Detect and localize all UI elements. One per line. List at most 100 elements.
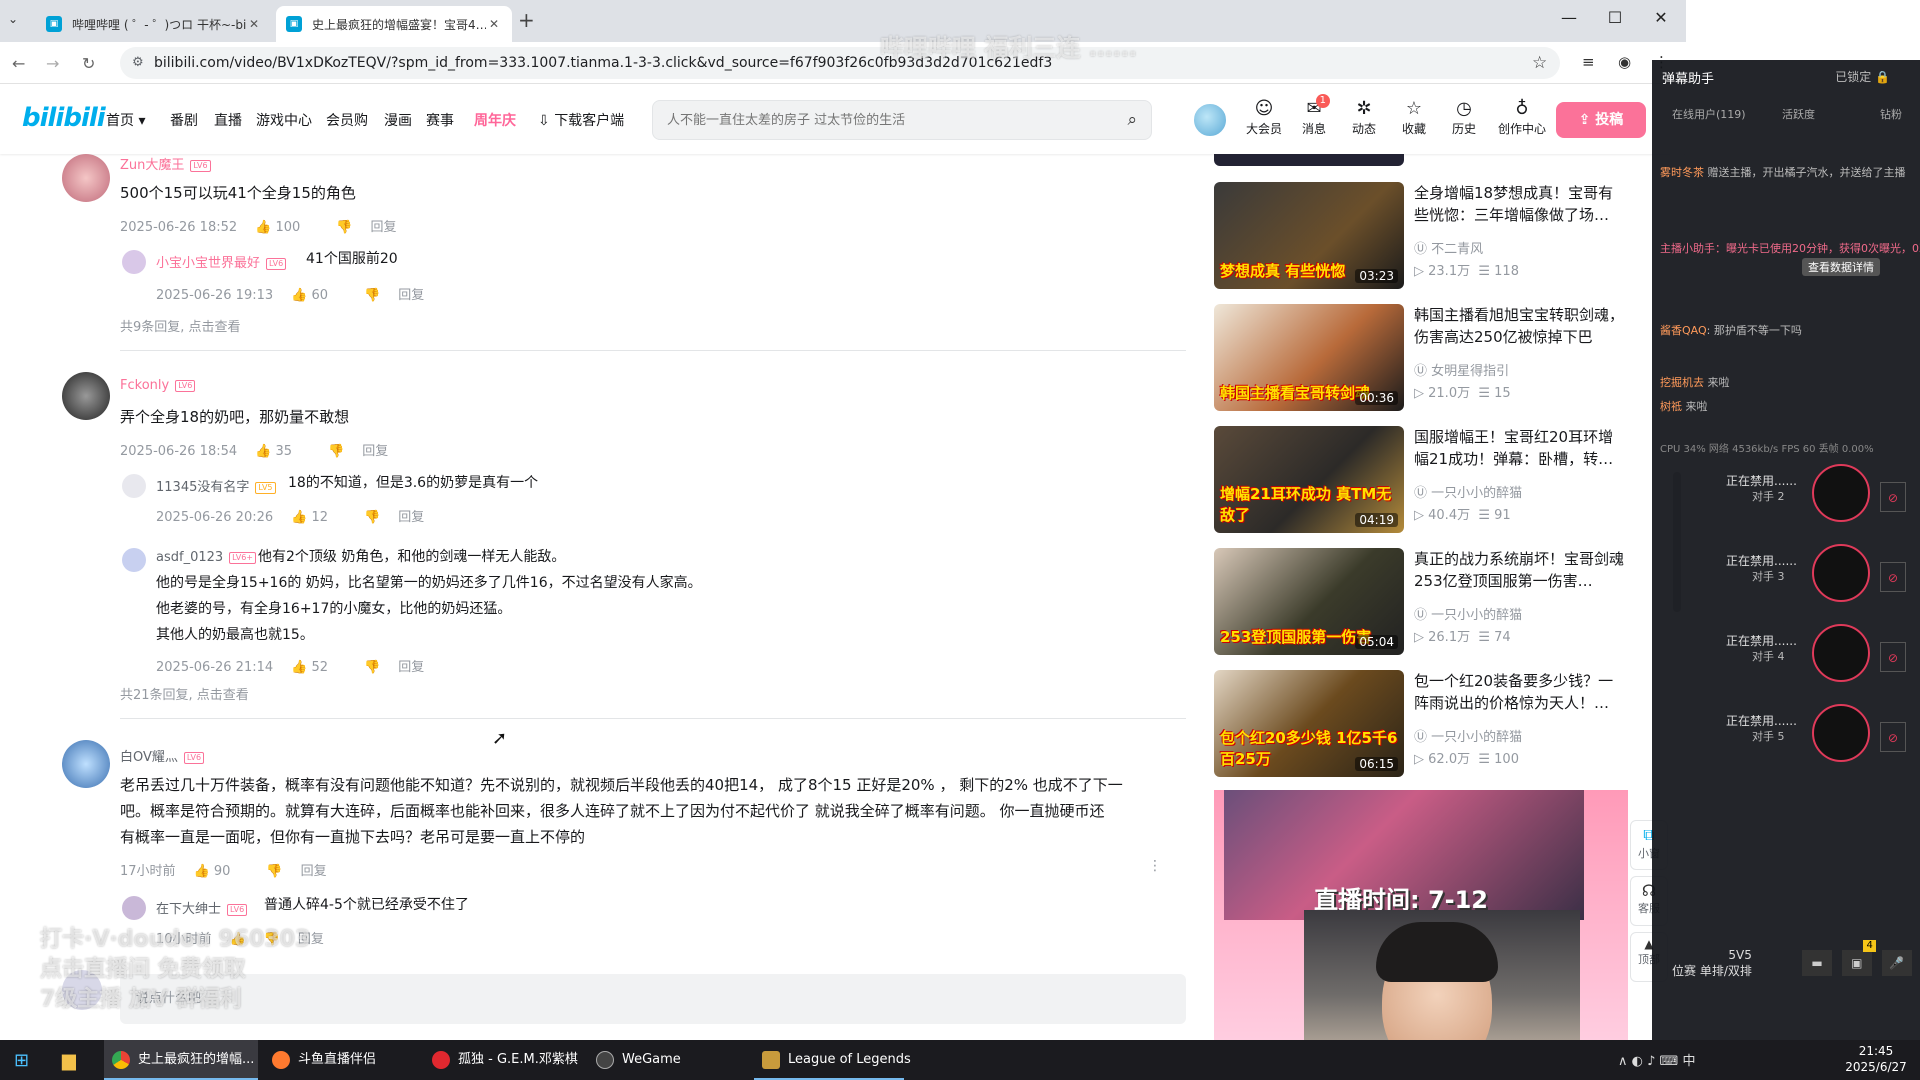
video-thumbnail[interactable]: 253登顶国服第一伤害 05:04 — [1214, 548, 1404, 655]
avatar[interactable] — [122, 548, 146, 572]
back-icon[interactable]: ← — [12, 54, 25, 73]
new-tab-button[interactable]: + — [518, 10, 535, 30]
uploader[interactable]: Ⓤ 一只小小的醉猫 — [1414, 482, 1522, 501]
comment-username[interactable]: Zun大魔王 LV6 — [120, 154, 211, 173]
media-control-icon[interactable]: ≡ — [1582, 53, 1595, 71]
like-button[interactable]: 👍 12 — [291, 510, 346, 525]
video-thumbnail[interactable]: 包个红20多少钱 1亿5千6百25万 06:15 — [1214, 670, 1404, 777]
nav-anniversary[interactable]: 周年庆 — [474, 110, 516, 130]
video-thumbnail[interactable]: 韩国主播看宝哥转剑魂 00:36 — [1214, 304, 1404, 411]
header-creator-center[interactable]: ♁ 创作中心 — [1494, 98, 1550, 137]
view-data-button[interactable]: 查看数据详情 — [1802, 258, 1880, 276]
avatar[interactable] — [122, 896, 146, 920]
avatar[interactable] — [62, 372, 110, 420]
rec-video-card[interactable]: 梦想成真 有些恍惚 03:23 全身增幅18梦想成真！宝哥有些恍惚：三年增幅像做了… — [1214, 182, 1634, 292]
avatar[interactable] — [122, 474, 146, 498]
nav-game-center[interactable]: 游戏中心 — [256, 110, 312, 130]
chat-icon[interactable]: ▬ — [1802, 950, 1832, 976]
header-dynamics[interactable]: ✲ 动态 — [1344, 98, 1384, 137]
like-button[interactable]: 👍 35 — [255, 444, 310, 459]
reply-button[interactable]: 回复 — [398, 660, 424, 675]
reply-button[interactable]: 回复 — [301, 864, 327, 879]
upload-button[interactable]: ⇪ 投稿 — [1556, 102, 1646, 138]
lock-toggle[interactable]: 已锁定 🔒 — [1835, 68, 1890, 85]
nav-live[interactable]: 直播 — [214, 110, 242, 130]
dislike-icon[interactable]: 👎 — [364, 288, 380, 303]
view-more-replies[interactable]: 共21条回复, 点击查看 — [120, 684, 249, 703]
tab-search-icon[interactable]: ⌄ — [8, 12, 18, 26]
like-button[interactable]: 👍 52 — [291, 660, 346, 675]
maximize-button[interactable]: ☐ — [1592, 8, 1638, 27]
taskbar-wegame[interactable]: WeGame — [588, 1040, 748, 1080]
tab-video[interactable]: ▣ 史上最疯狂的增幅盛宴！宝哥4… ✕ — [276, 6, 512, 42]
mic-icon[interactable]: 🎤 — [1881, 950, 1912, 976]
avatar[interactable] — [62, 740, 110, 788]
dislike-icon[interactable]: 👎 — [364, 510, 380, 525]
uploader[interactable]: Ⓤ 一只小小的醉猫 — [1414, 604, 1522, 623]
taskbar-lol[interactable]: League of Legends — [754, 1040, 911, 1080]
reload-icon[interactable]: ↻ — [82, 54, 95, 73]
forward-icon[interactable]: → — [46, 54, 59, 73]
avatar[interactable] — [122, 250, 146, 274]
nav-home[interactable]: 首页 ▾ — [106, 110, 145, 130]
close-tab-icon[interactable]: ✕ — [486, 17, 502, 31]
header-messages[interactable]: ✉ 1 消息 — [1294, 94, 1334, 137]
reply-button[interactable]: 回复 — [371, 220, 397, 235]
dislike-icon[interactable]: 👎 — [336, 220, 352, 235]
comment-username[interactable]: 小宝小宝世界最好 LV6 — [156, 252, 287, 271]
search-input[interactable] — [653, 101, 1093, 139]
video-title[interactable]: 真正的战力系统崩坏！宝哥剑魂253亿登顶国服第一伤害… — [1414, 548, 1628, 592]
close-window-button[interactable]: ✕ — [1638, 8, 1684, 27]
video-thumbnail[interactable]: 梦想成真 有些恍惚 03:23 — [1214, 182, 1404, 289]
video-title[interactable]: 国服增幅王！宝哥红20耳环增幅21成功！弹幕：卧槽，转… — [1414, 426, 1628, 470]
profile-icon[interactable]: ◉ — [1618, 53, 1631, 71]
comment-username[interactable]: 11345没有名字 LV5 — [156, 476, 276, 495]
video-thumbnail[interactable]: 增幅21耳环成功 真TM无敌了 04:19 — [1214, 426, 1404, 533]
minimize-button[interactable]: — — [1546, 8, 1592, 27]
taskbar-clock[interactable]: 21:45 2025/6/27 — [1836, 1043, 1916, 1075]
system-tray[interactable]: ∧ ◐ ♪ ⌨ 中 — [1618, 1050, 1695, 1069]
party-icon[interactable]: ▣ 4 — [1841, 940, 1876, 976]
tab-bilibili-home[interactable]: ▣ 哔哩哔哩 ( ゜- ゜)つロ 干杯~-bilibili ✕ — [36, 6, 272, 42]
bookmark-star-icon[interactable]: ☆ — [1532, 53, 1547, 73]
uploader[interactable]: Ⓤ 女明星得指引 — [1414, 360, 1509, 379]
video-title[interactable]: 韩国主播看旭旭宝宝转职剑魂，伤害高达250亿被惊掉下巴 — [1414, 304, 1628, 348]
user-avatar[interactable] — [1192, 102, 1228, 138]
thumbnail-partial[interactable] — [1214, 154, 1404, 166]
comment-username[interactable]: Fckonly LV6 — [120, 378, 196, 393]
tab-online-users[interactable]: 在线用户(119) — [1672, 106, 1746, 122]
comment-username[interactable]: 在下大绅士 LV6 — [156, 898, 248, 917]
close-tab-icon[interactable]: ✕ — [246, 17, 262, 31]
nav-esports[interactable]: 赛事 — [426, 110, 454, 130]
reply-button[interactable]: 回复 — [398, 510, 424, 525]
tab-activity[interactable]: 活跃度 — [1782, 106, 1815, 122]
view-more-replies[interactable]: 共9条回复, 点击查看 — [120, 316, 241, 335]
comment-username[interactable]: 白OV耀灬 LV6 — [120, 746, 205, 765]
taskbar-music[interactable]: 孤独 - G.E.M.邓紫棋 — [424, 1040, 584, 1080]
more-options-icon[interactable]: ⋮ — [1148, 858, 1162, 874]
windows-start-icon[interactable]: ⊞ — [14, 1050, 29, 1071]
tab-diamond-fans[interactable]: 钻粉 — [1880, 106, 1902, 122]
bilibili-logo[interactable]: bilibili — [22, 103, 106, 133]
dislike-icon[interactable]: 👎 — [266, 864, 282, 879]
comment-username[interactable]: asdf_0123 LV6+ — [156, 550, 256, 565]
rec-video-card[interactable]: 增幅21耳环成功 真TM无敌了 04:19 国服增幅王！宝哥红20耳环增幅21成功… — [1214, 426, 1634, 536]
header-vip[interactable]: ☺ 大会员 — [1244, 98, 1284, 137]
like-button[interactable]: 👍 90 — [194, 864, 249, 879]
search-icon[interactable]: ⌕ — [1127, 110, 1137, 130]
header-favorites[interactable]: ☆ 收藏 — [1394, 98, 1434, 137]
dislike-icon[interactable]: 👎 — [328, 444, 344, 459]
dislike-icon[interactable]: 👎 — [364, 660, 380, 675]
header-history[interactable]: ◷ 历史 — [1444, 98, 1484, 137]
url-field[interactable]: ⚙ bilibili.com/video/BV1xDKozTEQV/?spm_i… — [120, 47, 1560, 79]
avatar[interactable] — [62, 154, 110, 202]
rec-video-card[interactable]: 253登顶国服第一伤害 05:04 真正的战力系统崩坏！宝哥剑魂253亿登顶国服第… — [1214, 548, 1634, 658]
rec-video-card[interactable]: 韩国主播看宝哥转剑魂 00:36 韩国主播看旭旭宝宝转职剑魂，伤害高达250亿被惊… — [1214, 304, 1634, 414]
video-title[interactable]: 全身增幅18梦想成真！宝哥有些恍惚：三年增幅像做了场… — [1414, 182, 1628, 226]
nav-manga[interactable]: 漫画 — [384, 110, 412, 130]
nav-anime[interactable]: 番剧 — [170, 110, 198, 130]
file-explorer-icon[interactable]: ▆ — [62, 1050, 76, 1071]
reply-button[interactable]: 回复 — [398, 288, 424, 303]
rec-video-card[interactable]: 包个红20多少钱 1亿5千6百25万 06:15 包一个红20装备要多少钱？一阵雨… — [1214, 670, 1634, 780]
nav-mall[interactable]: 会员购 — [326, 110, 368, 130]
